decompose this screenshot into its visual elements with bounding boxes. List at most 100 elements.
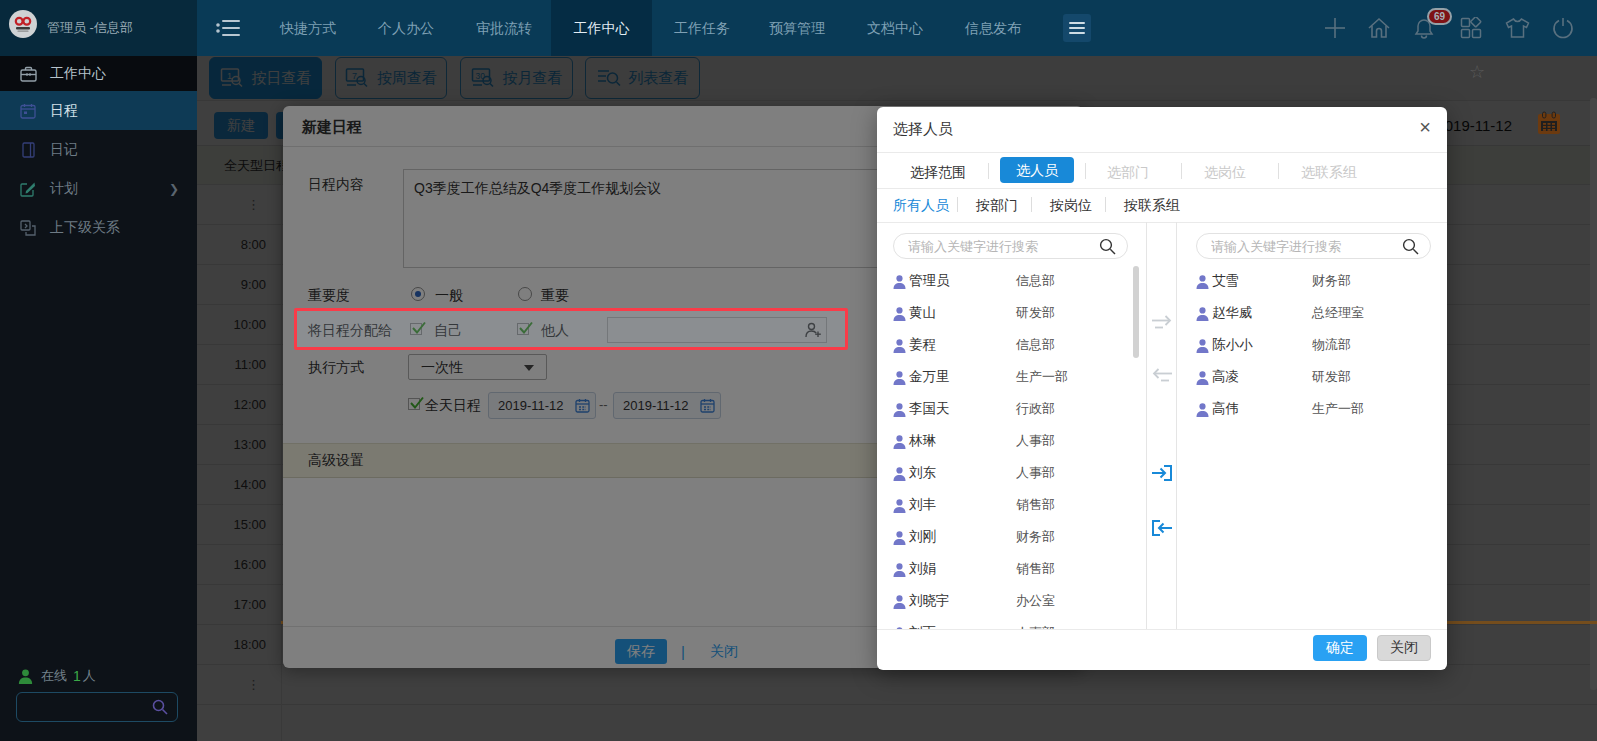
subtab-separator: [1031, 197, 1032, 212]
right-search-input[interactable]: [1211, 235, 1391, 257]
subtab-by-contact-group[interactable]: 按联系组: [1124, 188, 1180, 222]
left-search-box: [893, 233, 1128, 259]
chevron-right-icon: ❯: [169, 182, 179, 196]
person-row[interactable]: 李国天行政部: [893, 394, 1128, 426]
divider: [877, 222, 1447, 223]
power-icon[interactable]: [1549, 14, 1577, 42]
cancel-button[interactable]: 关闭: [1377, 635, 1431, 661]
nav-item-work-center[interactable]: 工作中心: [551, 0, 652, 56]
move-all-left-icon[interactable]: [1149, 516, 1174, 540]
person-row[interactable]: 刘晓宇办公室: [893, 586, 1128, 618]
sidebar-item-schedule[interactable]: 日程: [0, 91, 197, 130]
move-all-right-icon[interactable]: [1149, 461, 1174, 485]
theme-shirt-icon[interactable]: [1503, 14, 1531, 42]
online-person-icon: [18, 669, 33, 684]
person-icon: [893, 275, 906, 293]
tab-select-person[interactable]: 选人员: [1000, 157, 1074, 183]
person-name: 金万里: [909, 362, 950, 392]
person-department: 总经理室: [1312, 298, 1364, 328]
company-logo-icon[interactable]: [9, 10, 37, 38]
person-row[interactable]: 赵华威总经理室: [1196, 298, 1431, 330]
apps-grid-icon[interactable]: [1457, 14, 1485, 42]
select-person-dialog: 选择人员 × 选择范围 选人员 选部门 选岗位 选联系组 所有人员 按部门 按岗…: [877, 107, 1447, 670]
person-icon: [893, 563, 906, 581]
person-row[interactable]: 刘雨人事部: [893, 618, 1128, 629]
person-icon: [893, 307, 906, 325]
person-name: 李国天: [909, 394, 950, 424]
subtab-by-department[interactable]: 按部门: [976, 188, 1018, 222]
nav-item-info-publish[interactable]: 信息发布: [957, 0, 1029, 56]
notification-badge: 69: [1427, 8, 1452, 25]
person-icon: [1196, 339, 1209, 357]
person-row[interactable]: 刘刚财务部: [893, 522, 1128, 554]
close-icon[interactable]: ×: [1419, 117, 1431, 137]
list-scrollbar[interactable]: [1133, 266, 1139, 358]
sidebar-item-hierarchy[interactable]: 上下级关系: [0, 208, 197, 247]
sidebar: 工作中心 日程 日记 计划 ❯ 上下级关系 在线 1 人: [0, 56, 197, 741]
nav-item-approval-flow[interactable]: 审批流转: [468, 0, 540, 56]
search-icon[interactable]: [152, 699, 168, 719]
left-search-input[interactable]: [908, 235, 1088, 257]
person-name: 林琳: [909, 426, 936, 456]
nav-item-personal-office[interactable]: 个人办公: [370, 0, 442, 56]
sidebar-search-input[interactable]: [25, 694, 145, 720]
nav-item-shortcuts[interactable]: 快捷方式: [272, 0, 344, 56]
person-department: 销售部: [1016, 490, 1055, 520]
dialog-title: 选择人员: [893, 120, 953, 139]
move-left-icon[interactable]: [1149, 368, 1174, 383]
sidebar-item-label: 工作中心: [50, 65, 106, 83]
subtab-all-people[interactable]: 所有人员: [893, 188, 949, 222]
person-row[interactable]: 刘东人事部: [893, 458, 1128, 490]
person-icon: [893, 467, 906, 485]
person-name: 黄山: [909, 298, 936, 328]
person-name: 高伟: [1212, 394, 1239, 424]
online-unit: 人: [83, 667, 96, 685]
tab-select-department[interactable]: 选部门: [1107, 155, 1149, 189]
header-brand-area: 管理员 -信息部: [0, 0, 197, 56]
nav-item-work-tasks[interactable]: 工作任务: [666, 0, 738, 56]
right-search-box: [1196, 233, 1431, 259]
home-icon[interactable]: [1365, 14, 1393, 42]
person-row[interactable]: 林琳人事部: [893, 426, 1128, 458]
subtab-by-position[interactable]: 按岗位: [1050, 188, 1092, 222]
person-name: 艾雪: [1212, 266, 1239, 296]
sidebar-item-plan[interactable]: 计划 ❯: [0, 169, 197, 208]
person-department: 信息部: [1016, 330, 1055, 360]
person-name: 管理员: [909, 266, 950, 296]
more-menus-icon[interactable]: [1063, 14, 1091, 42]
person-department: 信息部: [1016, 266, 1055, 296]
add-icon[interactable]: [1321, 14, 1349, 42]
sidebar-item-label: 上下级关系: [50, 219, 120, 237]
person-department: 研发部: [1016, 298, 1055, 328]
person-row[interactable]: 管理员 信息部: [893, 266, 1128, 298]
sidebar-item-work-center[interactable]: 工作中心: [0, 56, 197, 91]
person-row[interactable]: 高凌研发部: [1196, 362, 1431, 394]
tab-select-position[interactable]: 选岗位: [1204, 155, 1246, 189]
hierarchy-icon: [19, 219, 37, 237]
sidebar-item-label: 日记: [50, 141, 78, 159]
nav-item-documents[interactable]: 文档中心: [859, 0, 931, 56]
person-row[interactable]: 艾雪财务部: [1196, 266, 1431, 298]
person-row[interactable]: 刘丰销售部: [893, 490, 1128, 522]
person-row[interactable]: 刘娟销售部: [893, 554, 1128, 586]
search-icon[interactable]: [1402, 238, 1419, 259]
confirm-button[interactable]: 确定: [1313, 635, 1367, 661]
menu-collapse-icon[interactable]: [215, 17, 241, 43]
sidebar-item-diary[interactable]: 日记: [0, 130, 197, 169]
tab-select-contact-group[interactable]: 选联系组: [1301, 155, 1357, 189]
person-row[interactable]: 陈小小物流部: [1196, 330, 1431, 362]
search-icon[interactable]: [1099, 238, 1116, 259]
person-name: 陈小小: [1212, 330, 1253, 360]
person-row[interactable]: 金万里 生产一部: [893, 362, 1128, 394]
move-right-icon[interactable]: [1149, 315, 1174, 330]
tab-select-range[interactable]: 选择范围: [910, 155, 966, 189]
person-department: 生产一部: [1312, 394, 1364, 424]
person-row[interactable]: 高伟 生产一部: [1196, 394, 1431, 426]
nav-item-budget[interactable]: 预算管理: [761, 0, 833, 56]
person-department: 生产一部: [1016, 362, 1068, 392]
person-row[interactable]: 黄山 研发部: [893, 298, 1128, 330]
person-name: 刘刚: [909, 522, 936, 552]
person-row[interactable]: 姜程信息部: [893, 330, 1128, 362]
person-icon: [893, 499, 906, 517]
panel-divider: [1146, 222, 1147, 629]
